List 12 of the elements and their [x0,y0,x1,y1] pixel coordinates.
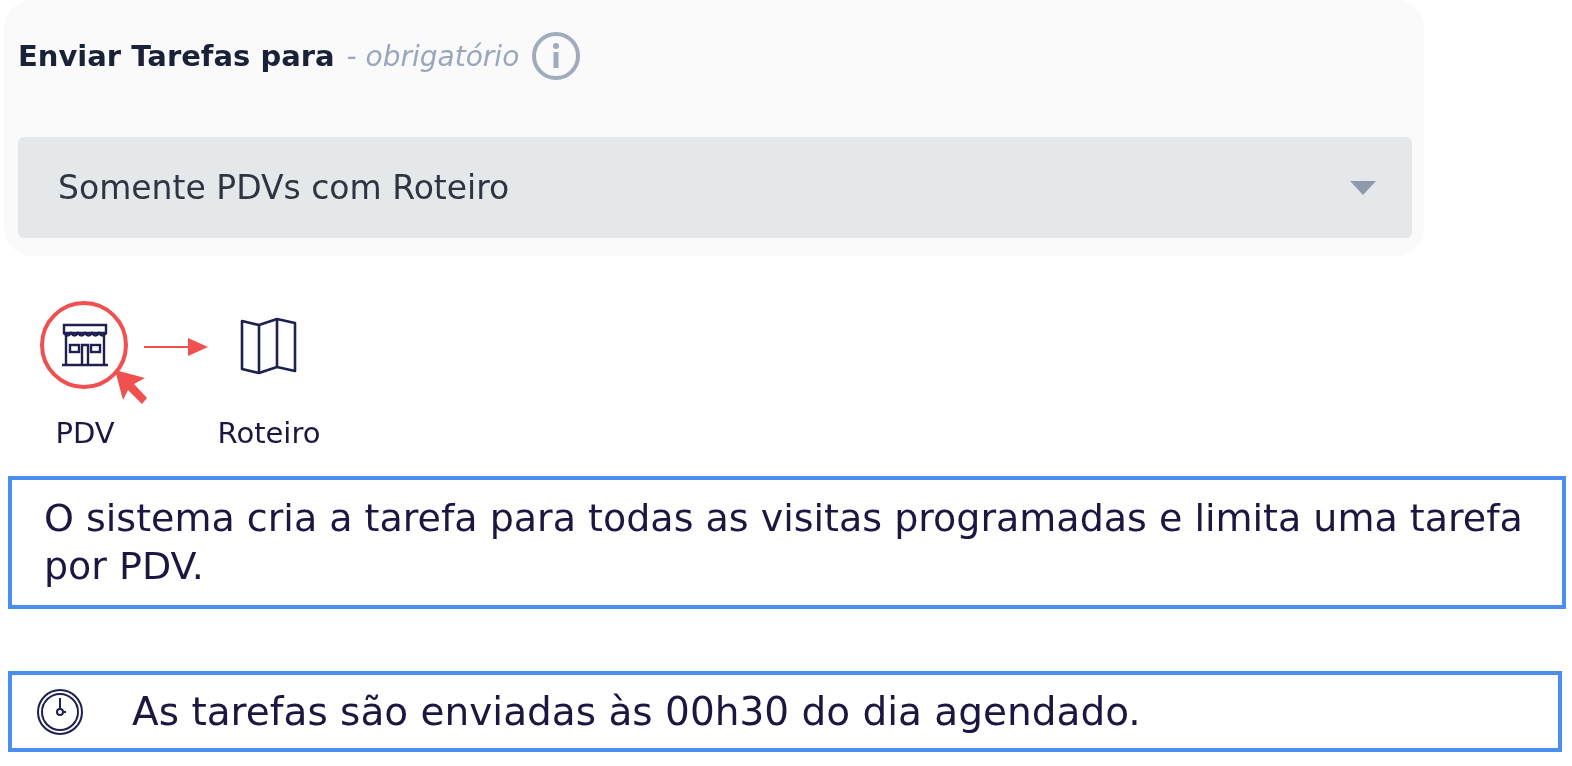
store-icon [60,323,110,369]
schedule-text: As tarefas são enviadas às 00h30 do dia agendado. [132,689,1141,734]
step-label: Roteiro [217,416,321,450]
arrow [144,338,208,356]
required-hint: - obrigatório [346,39,520,73]
info-icon[interactable] [531,31,582,81]
step-label: PDV [55,416,115,450]
caret-icon [1350,180,1376,195]
clock-icon [36,687,84,736]
dropdown[interactable]: Somente PDVs com Roteiro [18,137,1412,238]
note-text: O sistema cria a tarefa para todas as visitas programadas e limita uma tarefa por PDV. [44,495,1524,590]
section-title: Enviar Tarefas para [18,39,335,73]
